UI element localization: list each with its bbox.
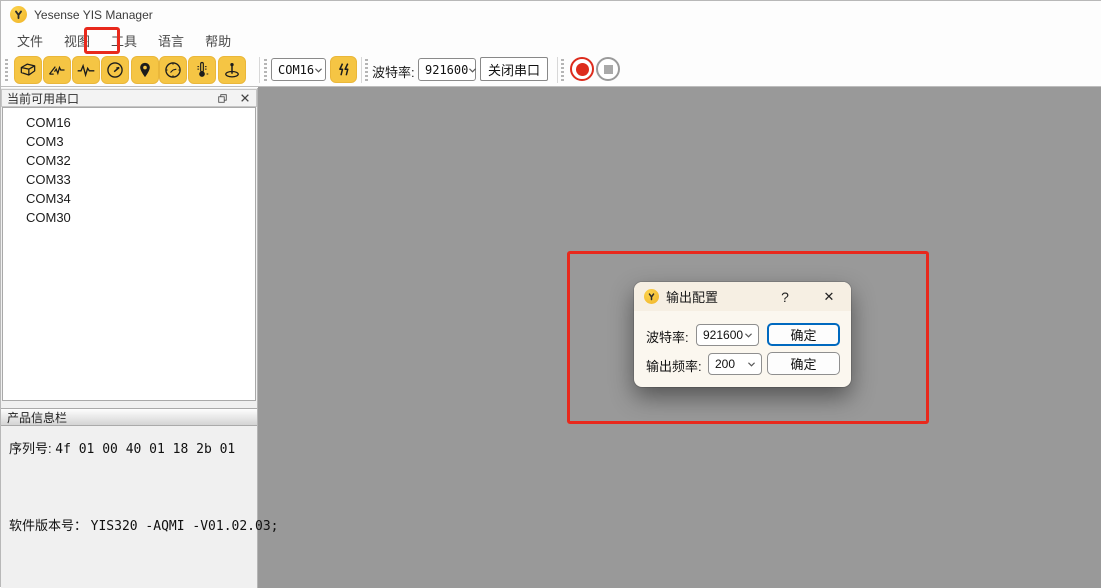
dialog-baud-ok-button[interactable]: 确定 [767, 323, 840, 346]
toolbar-grip[interactable] [365, 59, 368, 81]
toolbar-grip[interactable] [561, 59, 564, 81]
utc-clock-button[interactable] [159, 56, 187, 84]
port-list-item[interactable]: COM16 [3, 113, 255, 132]
attitude-wave-icon [47, 60, 67, 80]
dock-close-button[interactable] [238, 92, 251, 105]
port-list-item[interactable]: COM34 [3, 189, 255, 208]
close-serial-port-button[interactable]: 关闭串口 [480, 57, 548, 81]
menu-help[interactable]: 帮助 [197, 28, 239, 53]
dialog-help-button[interactable]: ? [774, 282, 796, 311]
toolbar: COM16 波特率: 921600 关闭串口 [1, 53, 1101, 87]
attitude-wave-button[interactable] [43, 56, 71, 84]
toolbar-grip[interactable] [5, 59, 8, 81]
dock-float-button[interactable] [216, 92, 229, 105]
dialog-freq-label: 输出频率: [646, 356, 702, 375]
stop-button[interactable] [596, 57, 620, 81]
toolbar-separator [259, 57, 260, 83]
gauge-button[interactable] [101, 56, 129, 84]
chevron-down-icon [314, 63, 323, 77]
location-pin-icon [136, 60, 154, 80]
thermometer-button[interactable] [188, 56, 216, 84]
menu-language[interactable]: 语言 [150, 28, 192, 53]
refresh-ports-button[interactable] [330, 56, 357, 83]
titlebar: Yesense YIS Manager [1, 1, 1101, 28]
close-icon [240, 93, 250, 103]
dialog-freq-ok-button[interactable]: 确定 [767, 352, 840, 375]
dialog-close-button[interactable]: ✕ [816, 282, 842, 311]
port-list-item[interactable]: COM30 [3, 208, 255, 227]
float-restore-icon [217, 93, 228, 104]
dock-title: 当前可用串口 [7, 90, 79, 107]
baud-combo[interactable]: 921600 [418, 58, 476, 81]
port-combo-value: COM16 [278, 63, 314, 77]
serial-number-label: 序列号: [9, 441, 52, 456]
app-window: Yesense YIS Manager 文件 视图 工具 语言 帮助 [0, 0, 1101, 587]
port-list-item[interactable]: COM33 [3, 170, 255, 189]
menu-view[interactable]: 视图 [56, 28, 98, 53]
port-list-item[interactable]: COM3 [3, 132, 255, 151]
thermometer-icon [192, 60, 212, 80]
dialog-title: 输出配置 [666, 287, 718, 306]
chevron-down-icon [468, 63, 477, 77]
refresh-bolts-icon [335, 61, 353, 79]
probe-icon [222, 60, 242, 80]
dialog-titlebar: 输出配置 ? ✕ [634, 282, 851, 311]
utc-clock-icon [163, 60, 183, 80]
menubar: 文件 视图 工具 语言 帮助 [1, 28, 1101, 53]
port-combo[interactable]: COM16 [271, 58, 326, 81]
chevron-down-icon [744, 328, 753, 342]
gauge-icon [105, 60, 125, 80]
yesense-logo-icon [644, 289, 659, 304]
stop-icon [604, 65, 613, 74]
toolbar-separator [557, 57, 558, 83]
cube-3d-button[interactable] [14, 56, 42, 84]
location-button[interactable] [131, 56, 159, 84]
output-config-dialog: 输出配置 ? ✕ 波特率: 921600 确定 输出频率: 200 确定 [634, 282, 851, 387]
toolbar-grip[interactable] [264, 59, 267, 81]
dock-header: 当前可用串口 [1, 89, 257, 107]
port-list-item[interactable]: COM32 [3, 151, 255, 170]
software-version-label: 软件版本号： [9, 518, 87, 533]
pulse-wave-button[interactable] [72, 56, 100, 84]
dialog-baud-label: 波特率: [646, 327, 689, 346]
toolbar-separator [361, 57, 362, 83]
product-info-header: 产品信息栏 [1, 408, 257, 426]
available-ports-list: COM16 COM3 COM32 COM33 COM34 COM30 [2, 107, 256, 401]
record-icon [576, 63, 589, 76]
probe-button[interactable] [218, 56, 246, 84]
baud-combo-value: 921600 [425, 63, 468, 77]
software-version-value: YIS320 -AQMI -V01.02.03; [91, 519, 279, 534]
baud-rate-label: 波特率: [372, 62, 415, 81]
yesense-logo-icon [10, 6, 27, 23]
dialog-baud-combo[interactable]: 921600 [696, 324, 759, 346]
window-title: Yesense YIS Manager [34, 8, 153, 22]
pulse-wave-icon [76, 60, 96, 80]
dialog-freq-combo[interactable]: 200 [708, 353, 762, 375]
cube-3d-icon [18, 60, 38, 80]
software-version-line: 软件版本号： YIS320 -AQMI -V01.02.03; [9, 515, 278, 534]
serial-port-dock: 当前可用串口 COM16 COM3 COM32 COM33 COM34 COM3… [1, 88, 258, 588]
dialog-freq-value: 200 [715, 357, 735, 371]
record-button[interactable] [570, 57, 594, 81]
dialog-baud-value: 921600 [703, 328, 743, 342]
menu-file[interactable]: 文件 [9, 28, 51, 53]
serial-number-line: 序列号: 4f 01 00 40 01 18 2b 01 [9, 438, 235, 457]
menu-tools[interactable]: 工具 [103, 28, 145, 53]
serial-number-value: 4f 01 00 40 01 18 2b 01 [55, 442, 235, 457]
chevron-down-icon [747, 357, 756, 371]
